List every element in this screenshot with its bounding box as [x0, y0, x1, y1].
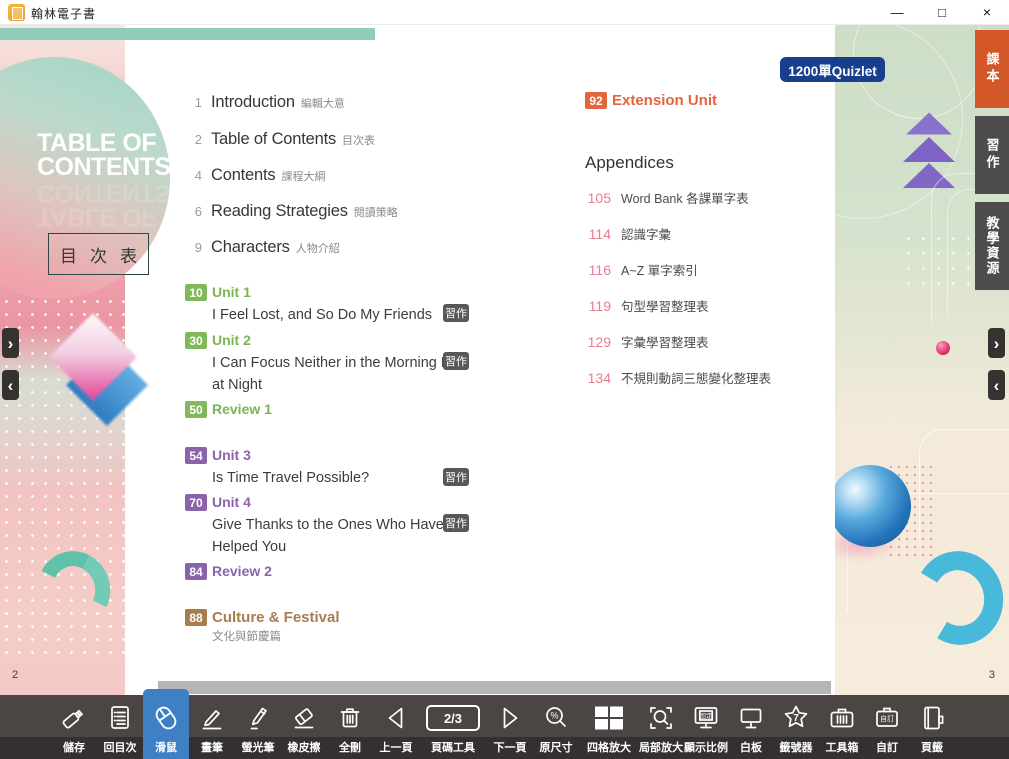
previous-page-button[interactable]: 上一頁	[373, 695, 419, 759]
grid4-icon	[592, 695, 626, 739]
nav-prev-arrow-left-edge[interactable]: ‹	[2, 370, 19, 400]
toc-entry-unit-2[interactable]: 30 Unit 2 I Can Focus Neither in the Mor…	[185, 332, 495, 396]
page-tabs-button[interactable]: 頁籤	[909, 695, 955, 759]
toc-entry-appendix[interactable]: 114 認識字彙	[585, 224, 671, 243]
toc-entry-table-of-contents[interactable]: 2 Table of Contents 目次表	[185, 130, 375, 149]
toc-entry-unit-1[interactable]: 10 Unit 1 I Feel Lost, and So Do My Frie…	[185, 284, 495, 326]
monitor-icon: 固定	[691, 695, 721, 739]
toc-entry-contents[interactable]: 4 Contents 課程大綱	[185, 166, 325, 185]
next-page-icon	[495, 695, 525, 739]
left-page-decoration: TABLE OF CONTENTS TABLE OF CONTENTS 目 次 …	[0, 25, 125, 695]
partial-zoom-button[interactable]: 局部放大	[639, 695, 683, 759]
toc-entry-introduction[interactable]: 1 Introduction 編輯大意	[185, 93, 345, 112]
toc-entry-characters[interactable]: 9 Characters 人物介紹	[185, 238, 340, 257]
teal-strip-decoration	[0, 28, 375, 40]
sidebar-tabs: 課本 習作 教學資源	[975, 30, 1009, 298]
nav-next-arrow-right-edge[interactable]: ›	[988, 328, 1005, 358]
tab-workbook[interactable]: 習作	[975, 116, 1009, 194]
app-window: 翰林電子書 — □ × TABLE OF CONTENTS TABLE OF C…	[0, 0, 1009, 759]
workbook-badge[interactable]: 習作	[443, 514, 469, 532]
eraser-tool-button[interactable]: 橡皮擦	[281, 695, 327, 759]
zoom-percent-icon: %	[541, 695, 571, 739]
svg-text:7: 7	[793, 713, 799, 724]
toc-page-title: TABLE OF CONTENTS	[37, 131, 167, 179]
whiteboard-icon	[736, 695, 766, 739]
svg-text:固定: 固定	[700, 711, 714, 720]
quizlet-button[interactable]: 1200單Quizlet	[780, 57, 885, 82]
original-size-button[interactable]: % 原尺寸	[533, 695, 579, 759]
eraser-icon	[289, 695, 319, 739]
toc-entry-culture-festival[interactable]: 88 Culture & Festival 文化與節慶篇	[185, 609, 495, 647]
display-ratio-button[interactable]: 固定 顯示比例	[683, 695, 729, 759]
cube-decoration	[52, 320, 152, 430]
page-number-left: 2	[12, 669, 18, 681]
toc-entry-appendix[interactable]: 134 不規則動詞三態變化整理表	[585, 368, 771, 387]
page-indicator: 2/3	[426, 705, 480, 731]
toc-entry-appendix[interactable]: 116 A~Z 單字索引	[585, 260, 698, 279]
highlighter-icon	[243, 695, 273, 739]
toc-zh-char: 次	[90, 242, 107, 267]
pen-tool-button[interactable]: 畫筆	[189, 695, 235, 759]
window-title: 翰林電子書	[31, 5, 96, 22]
appendices-heading: Appendices	[585, 153, 674, 173]
toc-entry-extension-unit[interactable]: 92 Extension Unit	[585, 92, 895, 112]
whiteboard-button[interactable]: 白板	[729, 695, 773, 759]
pen-icon	[197, 695, 227, 739]
maximize-button[interactable]: □	[925, 0, 959, 25]
usb-save-icon	[59, 695, 89, 739]
toc-list-icon	[105, 695, 135, 739]
custom-button[interactable]: 自訂 自訂	[865, 695, 909, 759]
tab-teaching-resources[interactable]: 教學資源	[975, 202, 1009, 290]
toc-zh-char: 目	[60, 242, 77, 267]
zoom-area-icon	[646, 695, 676, 739]
toc-entry-review-2[interactable]: 84 Review 2	[185, 563, 495, 583]
toc-entry-review-1[interactable]: 50 Review 1	[185, 401, 495, 421]
back-to-toc-button[interactable]: 回目次	[97, 695, 143, 759]
next-page-button[interactable]: 下一頁	[487, 695, 533, 759]
workbook-badge[interactable]: 習作	[443, 304, 469, 322]
delete-all-button[interactable]: 全刪	[327, 695, 373, 759]
toc-entry-appendix[interactable]: 129 字彙學習整理表	[585, 332, 709, 351]
page-number-box: 2/3	[426, 695, 480, 739]
mouse-icon	[150, 695, 182, 739]
prev-page-icon	[381, 695, 411, 739]
minimize-button[interactable]: —	[880, 0, 914, 25]
toc-zh-title-box: 目 次 表	[48, 233, 149, 275]
mouse-tool-button[interactable]: 滑鼠	[143, 689, 189, 759]
close-button[interactable]: ×	[970, 0, 1004, 25]
toc-entry-reading-strategies[interactable]: 6 Reading Strategies 閱讀策略	[185, 202, 398, 221]
save-button[interactable]: 儲存	[51, 695, 97, 759]
toc-zh-char: 表	[120, 242, 137, 267]
toolbox-icon	[827, 695, 857, 739]
horizontal-scrollbar[interactable]	[158, 681, 831, 694]
toc-entry-appendix[interactable]: 105 Word Bank 各課單字表	[585, 188, 749, 207]
svg-text:自訂: 自訂	[880, 714, 894, 723]
toc-page-title-reflection: TABLE OF CONTENTS	[37, 181, 167, 229]
workbook-badge[interactable]: 習作	[443, 352, 469, 370]
star-number-icon: 7	[781, 695, 811, 739]
toc-entry-unit-3[interactable]: 54 Unit 3 Is Time Travel Possible? 習作	[185, 447, 495, 489]
workbook-badge[interactable]: 習作	[443, 468, 469, 486]
highlighter-tool-button[interactable]: 螢光筆	[235, 695, 281, 759]
four-grid-zoom-button[interactable]: 四格放大	[579, 695, 639, 759]
title-bar: 翰林電子書 — □ ×	[0, 0, 1009, 25]
app-logo-icon	[8, 4, 25, 21]
number-picker-button[interactable]: 7 籤號器	[773, 695, 819, 759]
nav-prev-arrow-right-edge[interactable]: ‹	[988, 370, 1005, 400]
trash-icon	[335, 695, 365, 739]
toolbox-button[interactable]: 工具箱	[819, 695, 865, 759]
toc-entry-appendix[interactable]: 119 句型學習整理表	[585, 296, 709, 315]
svg-text:%: %	[550, 711, 558, 721]
nav-next-arrow-left-edge[interactable]: ›	[2, 328, 19, 358]
page-number-right: 3	[989, 669, 995, 681]
custom-toolbox-icon: 自訂	[872, 695, 902, 739]
toc-entry-unit-4[interactable]: 70 Unit 4 Give Thanks to the Ones Who Ha…	[185, 494, 495, 558]
pink-ball-decoration	[936, 341, 950, 355]
bottom-toolbar: 儲存 回目次 滑鼠 畫筆 螢光筆	[0, 695, 1009, 759]
tab-textbook[interactable]: 課本	[975, 30, 1009, 108]
page-number-tool-button[interactable]: 2/3 頁碼工具	[419, 695, 487, 759]
book-tab-icon	[917, 695, 947, 739]
